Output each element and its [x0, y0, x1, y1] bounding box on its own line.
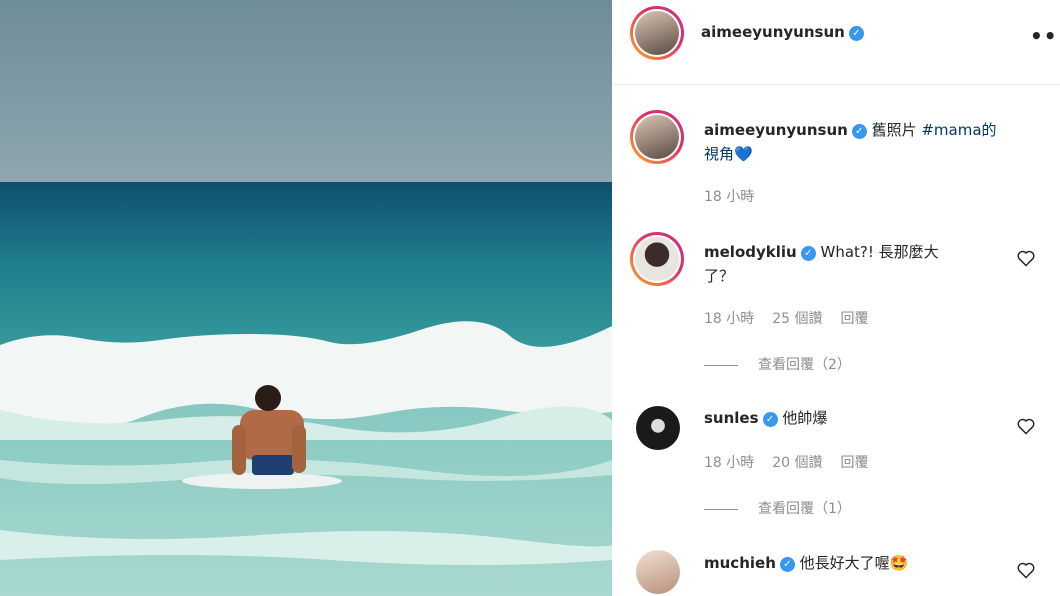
comment-text: sunles ✓ 他帥爆 — [704, 409, 828, 427]
blue-heart-emoji: 💙 — [734, 145, 753, 163]
post-header: aimeeyunyunsun✓ ••• — [612, 0, 1060, 85]
hashtag-link[interactable]: #mama的 — [921, 121, 996, 139]
post-photo[interactable] — [0, 0, 612, 596]
verified-check-icon: ✓ — [851, 124, 867, 139]
commenter-avatar[interactable] — [636, 550, 680, 594]
star-eyes-emoji: 🤩 — [889, 554, 909, 572]
caption-body: 舊照片 — [871, 121, 922, 139]
view-replies-button[interactable]: 查看回覆（2） — [704, 354, 851, 374]
view-replies-button[interactable]: 查看回覆（1） — [704, 498, 851, 518]
comment-time: 18 小時 — [704, 311, 755, 327]
caption-time: 18 小時 — [704, 189, 755, 205]
likes-count[interactable]: 20 個讚 — [772, 455, 822, 471]
hashtag-link-cont[interactable]: 視角 — [704, 145, 734, 163]
comments-panel: aimeeyunyunsun✓ ••• aimeeyunyunsun✓ 舊照片 … — [612, 0, 1060, 596]
caption-avatar[interactable] — [630, 110, 684, 164]
header-username[interactable]: aimeeyunyunsun ✓ — [701, 23, 864, 41]
likes-count[interactable]: 25 個讚 — [772, 311, 822, 327]
commenter-avatar[interactable] — [630, 232, 684, 286]
comment-username[interactable]: muchieh — [704, 554, 776, 572]
caption-username[interactable]: aimeeyunyunsun — [704, 121, 848, 139]
verified-check-icon: ✓ — [779, 557, 795, 572]
commenter-avatar[interactable] — [636, 406, 680, 450]
beach-surf-image — [0, 0, 612, 596]
caption-text: aimeeyunyunsun ✓ 舊照片 #mama的 視角💙 — [704, 118, 1034, 166]
comment-text: melodykliu ✓ What?! 長那麼大 了？ — [704, 243, 939, 285]
verified-check-icon: ✓ — [762, 412, 778, 427]
like-heart-icon[interactable] — [1016, 416, 1036, 436]
like-heart-icon[interactable] — [1016, 248, 1036, 268]
like-heart-icon[interactable] — [1016, 560, 1036, 580]
more-options-icon[interactable]: ••• — [1030, 24, 1060, 48]
comment-meta: 18 小時 25 個讚 回覆 — [704, 308, 887, 328]
author-avatar[interactable] — [630, 6, 684, 60]
comment-username[interactable]: melodykliu — [704, 243, 797, 261]
reply-button[interactable]: 回覆 — [841, 455, 869, 471]
comment-time: 18 小時 — [704, 455, 755, 471]
verified-check-icon: ✓ — [848, 26, 864, 41]
comment-meta: 18 小時 20 個讚 回覆 — [704, 452, 887, 472]
comment-username[interactable]: sunles — [704, 409, 759, 427]
verified-check-icon: ✓ — [800, 246, 816, 261]
reply-button[interactable]: 回覆 — [841, 311, 869, 327]
comment-text: muchieh ✓ 他長好大了喔🤩 — [704, 554, 909, 572]
